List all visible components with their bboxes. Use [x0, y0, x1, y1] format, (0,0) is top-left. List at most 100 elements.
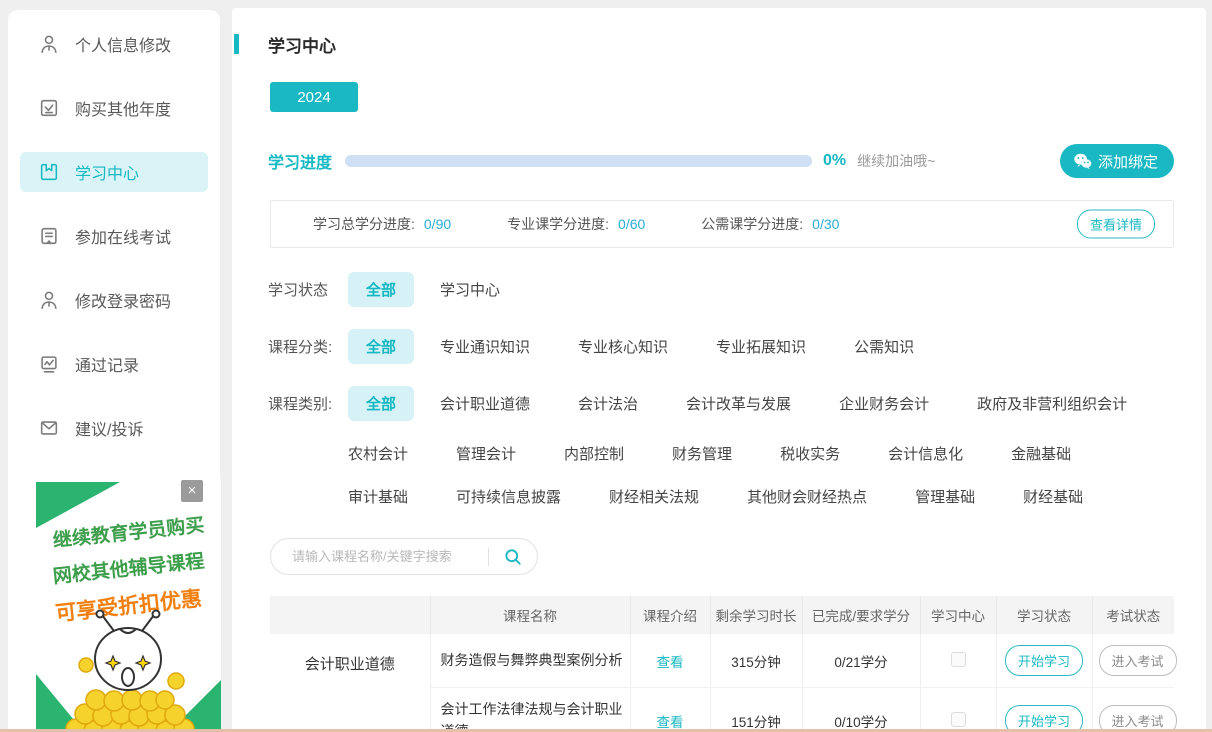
filter-option[interactable]: 财经基础 — [1023, 486, 1083, 507]
page-title: 学习中心 — [268, 32, 336, 57]
user-icon — [38, 33, 60, 55]
filter-option[interactable]: 可持续信息披露 — [456, 486, 561, 507]
course-category: 会计职业道德 — [270, 634, 430, 732]
credit-progress: 0/21学分 — [802, 634, 920, 688]
credit-summary-box: 学习总学分进度: 0/90 专业课学分进度: 0/60 公需课学分进度: 0/30 查看详… — [270, 200, 1174, 248]
sidebar-item-label: 建议/投诉 — [75, 416, 143, 440]
filters: 学习状态全部学习中心课程分类:全部专业通识知识专业核心知识专业拓展知识公需知识课… — [268, 272, 1176, 529]
credit-stat-value: 0/60 — [618, 216, 645, 232]
exam-icon — [38, 225, 60, 247]
sidebar-item-2[interactable]: 购买其他年度 — [20, 88, 208, 128]
credit-stat-value: 0/90 — [424, 216, 451, 232]
filter-option[interactable]: 会计职业道德 — [440, 393, 530, 414]
study-center-checkbox[interactable] — [951, 652, 966, 667]
filter-option[interactable]: 全部 — [348, 386, 414, 421]
start-study-button[interactable]: 开始学习 — [1005, 645, 1083, 676]
main-content: 学习中心 2024 学习进度 0% 继续加油哦~ 添加绑定 — [232, 8, 1206, 732]
sidebar-item-7[interactable]: 建议/投诉 — [20, 408, 208, 448]
credit-stat-value: 0/30 — [812, 216, 839, 232]
filter-option[interactable]: 管理会计 — [456, 443, 516, 464]
credit-stat: 专业课学分进度: 0/60 — [507, 214, 645, 234]
sidebar-item-label: 通过记录 — [75, 352, 139, 376]
filter-option[interactable]: 金融基础 — [1011, 443, 1071, 464]
course-name: 财务造假与舞弊典型案例分析 — [430, 634, 630, 688]
credit-summary-items: 学习总学分进度: 0/90 专业课学分进度: 0/60 公需课学分进度: 0/30 — [313, 214, 895, 234]
progress-label: 学习进度 — [268, 149, 332, 173]
filter-option[interactable]: 专业通识知识 — [440, 336, 530, 357]
sidebar-menu: 个人信息修改购买其他年度学习中心参加在线考试修改登录密码通过记录建议/投诉 — [8, 10, 220, 448]
sidebar-item-label: 学习中心 — [75, 160, 139, 184]
filter-row: 课程分类:全部 专业通识知识 专业核心知识 专业拓展知识 公需知识 — [268, 329, 1176, 364]
sidebar-item-6[interactable]: 通过记录 — [20, 344, 208, 384]
remaining-time: 315分钟 — [710, 634, 802, 688]
filter-option[interactable]: 财务管理 — [672, 443, 732, 464]
filter-option[interactable]: 农村会计 — [348, 443, 408, 464]
sidebar-item-label: 修改登录密码 — [75, 288, 171, 312]
filter-row: 学习状态全部学习中心 — [268, 272, 1176, 307]
feedback-icon — [38, 417, 60, 439]
filter-option[interactable]: 财经相关法规 — [609, 486, 699, 507]
password-icon — [38, 289, 60, 311]
enter-exam-button[interactable]: 进入考试 — [1099, 645, 1177, 676]
filter-option[interactable]: 专业拓展知识 — [716, 336, 806, 357]
purchase-icon — [38, 97, 60, 119]
search-icon[interactable] — [503, 547, 523, 567]
column-header: 学习中心 — [920, 596, 996, 634]
table-header-row: 课程名称课程介绍剩余学习时长已完成/要求学分学习中心学习状态考试状态 — [270, 596, 1174, 634]
add-binding-button[interactable]: 添加绑定 — [1060, 144, 1174, 178]
filter-label: 课程分类: — [268, 336, 348, 357]
view-details-button[interactable]: 查看详情 — [1077, 210, 1155, 239]
sidebar-item-5[interactable]: 修改登录密码 — [20, 280, 208, 320]
filter-option[interactable]: 全部 — [348, 272, 414, 307]
title-accent-bar — [234, 34, 239, 54]
search-box — [270, 538, 538, 575]
study-center-icon — [38, 161, 60, 183]
credit-stat-label: 学习总学分进度: — [313, 214, 415, 234]
view-intro-link[interactable]: 查看 — [657, 715, 684, 730]
filter-option[interactable]: 内部控制 — [564, 443, 624, 464]
credit-stat-label: 专业课学分进度: — [507, 214, 609, 234]
filter-row: 农村会计 管理会计 内部控制 财务管理 税收实务 会计信息化 金融基础 — [268, 443, 1176, 464]
credit-progress: 0/10学分 — [802, 688, 920, 732]
start-study-button[interactable]: 开始学习 — [1005, 705, 1083, 732]
sidebar-item-1[interactable]: 个人信息修改 — [20, 24, 208, 64]
view-intro-link[interactable]: 查看 — [657, 655, 684, 670]
progress-hint: 继续加油哦~ — [857, 151, 935, 171]
filter-option[interactable]: 政府及非营利组织会计 — [977, 393, 1127, 414]
credit-stat-label: 公需课学分进度: — [701, 214, 803, 234]
filter-option[interactable]: 会计改革与发展 — [686, 393, 791, 414]
filter-option[interactable]: 审计基础 — [348, 486, 408, 507]
sidebar-item-label: 个人信息修改 — [75, 32, 171, 56]
filter-option[interactable]: 会计信息化 — [888, 443, 963, 464]
mascot-coins-illustration — [36, 609, 221, 732]
filter-option[interactable]: 公需知识 — [854, 336, 914, 357]
search-input[interactable] — [271, 549, 488, 564]
progress-percent: 0% — [823, 152, 846, 170]
filter-option[interactable]: 管理基础 — [915, 486, 975, 507]
filter-option[interactable]: 专业核心知识 — [578, 336, 668, 357]
page-title-row: 学习中心 — [232, 33, 336, 55]
sidebar-item-3[interactable]: 学习中心 — [20, 152, 208, 192]
filter-option[interactable]: 税收实务 — [780, 443, 840, 464]
course-table: 课程名称课程介绍剩余学习时长已完成/要求学分学习中心学习状态考试状态会计职业道德… — [270, 596, 1174, 732]
sidebar-item-4[interactable]: 参加在线考试 — [20, 216, 208, 256]
enter-exam-button[interactable]: 进入考试 — [1099, 705, 1177, 732]
filter-option[interactable]: 学习中心 — [440, 279, 500, 300]
progress-bar — [345, 155, 812, 167]
study-center-checkbox[interactable] — [951, 712, 966, 727]
filter-row: 审计基础 可持续信息披露 财经相关法规 其他财会财经热点 管理基础 财经基础 — [268, 486, 1176, 507]
banner-close-icon[interactable]: × — [181, 480, 203, 502]
sidebar-item-label: 购买其他年度 — [75, 96, 171, 120]
remaining-time: 151分钟 — [710, 688, 802, 732]
year-tab-2024[interactable]: 2024 — [270, 82, 358, 112]
screen: 个人信息修改购买其他年度学习中心参加在线考试修改登录密码通过记录建议/投诉 继续… — [0, 0, 1212, 732]
filter-option[interactable]: 其他财会财经热点 — [747, 486, 867, 507]
course-name: 会计工作法律法规与会计职业道德 — [430, 688, 630, 732]
sidebar: 个人信息修改购买其他年度学习中心参加在线考试修改登录密码通过记录建议/投诉 继续… — [8, 10, 220, 732]
credit-stat: 学习总学分进度: 0/90 — [313, 214, 451, 234]
filter-option[interactable]: 全部 — [348, 329, 414, 364]
filter-option[interactable]: 企业财务会计 — [839, 393, 929, 414]
filter-row: 课程类别:全部会计职业道德会计法治会计改革与发展企业财务会计政府及非营利组织会计 — [268, 386, 1176, 421]
sidebar-item-label: 参加在线考试 — [75, 224, 171, 248]
filter-option[interactable]: 会计法治 — [578, 393, 638, 414]
